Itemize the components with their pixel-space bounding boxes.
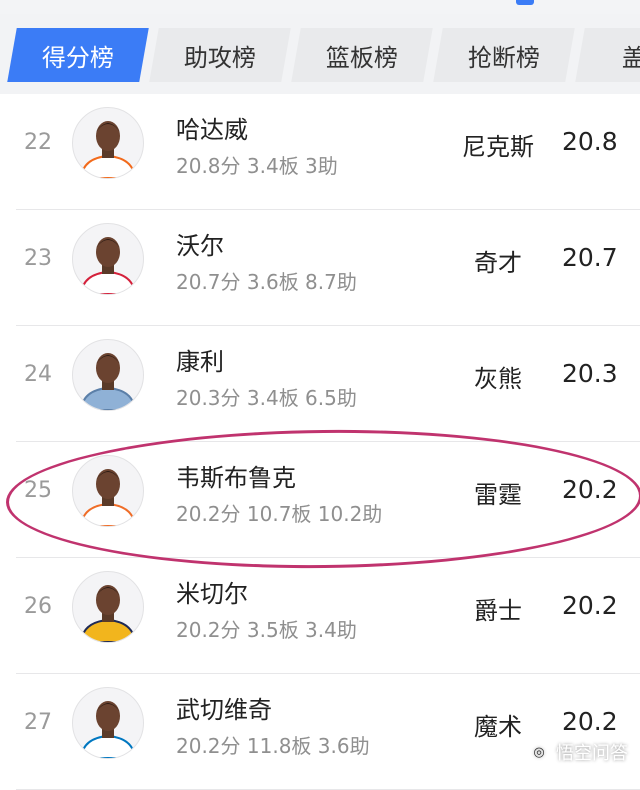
head-shape	[96, 469, 120, 499]
top-status-strip	[0, 0, 640, 14]
wukong-logo-icon: ◎	[528, 741, 550, 763]
tab-label: 盖帽	[622, 43, 640, 72]
jersey-shape	[79, 154, 137, 178]
points-value: 20.2	[562, 591, 618, 620]
team-name: 雷霆	[474, 481, 522, 509]
player-row[interactable]: 25 韦斯布鲁克 20.2分 10.7板 10.2助 雷霆 20.2	[16, 442, 640, 558]
leaderboard-tabs: 得分榜 助攻榜 篮板榜 抢断榜 盖帽	[0, 14, 640, 94]
tab-scoring[interactable]: 得分榜	[7, 28, 149, 82]
team-name: 奇才	[474, 249, 522, 277]
points-value: 20.8	[562, 127, 618, 156]
player-list: 22 哈达威 20.8分 3.4板 3助 尼克斯 20.8 23 沃尔 20.7…	[16, 94, 640, 790]
tab-blocks[interactable]: 盖帽	[575, 28, 640, 82]
player-name: 哈达威	[176, 116, 248, 144]
rank-number: 23	[24, 246, 52, 271]
head-shape	[96, 585, 120, 615]
player-stats: 20.3分 3.4板 6.5助	[176, 386, 357, 410]
player-portrait	[79, 237, 137, 294]
player-row[interactable]: 24 康利 20.3分 3.4板 6.5助 灰熊 20.3	[16, 326, 640, 442]
watermark-text: 悟空问答	[556, 743, 628, 764]
player-avatar	[72, 455, 144, 527]
player-portrait	[79, 353, 137, 410]
scroll-indicator	[516, 0, 534, 5]
head-shape	[96, 701, 120, 731]
jersey-shape	[79, 502, 137, 526]
player-avatar	[72, 687, 144, 759]
points-value: 20.7	[562, 243, 618, 272]
watermark: ◎ 悟空问答	[528, 739, 628, 765]
player-stats: 20.2分 3.5板 3.4助	[176, 618, 357, 642]
rank-number: 25	[24, 478, 52, 503]
player-stats: 20.2分 11.8板 3.6助	[176, 734, 370, 758]
player-name: 沃尔	[176, 232, 224, 260]
player-stats: 20.8分 3.4板 3助	[176, 154, 338, 178]
tab-label: 篮板榜	[326, 43, 398, 72]
player-name: 康利	[176, 348, 224, 376]
tab-label: 助攻榜	[184, 43, 256, 72]
jersey-shape	[79, 270, 137, 294]
jersey-shape	[79, 618, 137, 642]
player-row[interactable]: 22 哈达威 20.8分 3.4板 3助 尼克斯 20.8	[16, 94, 640, 210]
rank-number: 22	[24, 130, 52, 155]
player-portrait	[79, 585, 137, 642]
player-portrait	[79, 121, 137, 178]
tab-label: 抢断榜	[468, 43, 540, 72]
head-shape	[96, 353, 120, 383]
tab-rebounds[interactable]: 篮板榜	[291, 28, 433, 82]
head-shape	[96, 121, 120, 151]
player-avatar	[72, 223, 144, 295]
team-name: 魔术	[474, 713, 522, 741]
player-avatar	[72, 339, 144, 411]
player-portrait	[79, 701, 137, 758]
rank-number: 26	[24, 594, 52, 619]
rank-number: 27	[24, 710, 52, 735]
team-name: 爵士	[474, 597, 522, 625]
player-name: 武切维奇	[176, 696, 272, 724]
points-value: 20.2	[562, 475, 618, 504]
tab-label: 得分榜	[42, 43, 114, 72]
tab-steals[interactable]: 抢断榜	[433, 28, 575, 82]
points-value: 20.3	[562, 359, 618, 388]
player-row[interactable]: 23 沃尔 20.7分 3.6板 8.7助 奇才 20.7	[16, 210, 640, 326]
player-avatar	[72, 571, 144, 643]
tab-assists[interactable]: 助攻榜	[149, 28, 291, 82]
player-portrait	[79, 469, 137, 526]
points-value: 20.2	[562, 707, 618, 736]
team-name: 灰熊	[474, 365, 522, 393]
player-row[interactable]: 26 米切尔 20.2分 3.5板 3.4助 爵士 20.2	[16, 558, 640, 674]
player-name: 韦斯布鲁克	[176, 464, 296, 492]
player-name: 米切尔	[176, 580, 248, 608]
player-avatar	[72, 107, 144, 179]
player-stats: 20.2分 10.7板 10.2助	[176, 502, 383, 526]
team-name: 尼克斯	[462, 133, 534, 161]
rank-number: 24	[24, 362, 52, 387]
jersey-shape	[79, 734, 137, 758]
jersey-shape	[79, 386, 137, 410]
head-shape	[96, 237, 120, 267]
player-stats: 20.7分 3.6板 8.7助	[176, 270, 357, 294]
